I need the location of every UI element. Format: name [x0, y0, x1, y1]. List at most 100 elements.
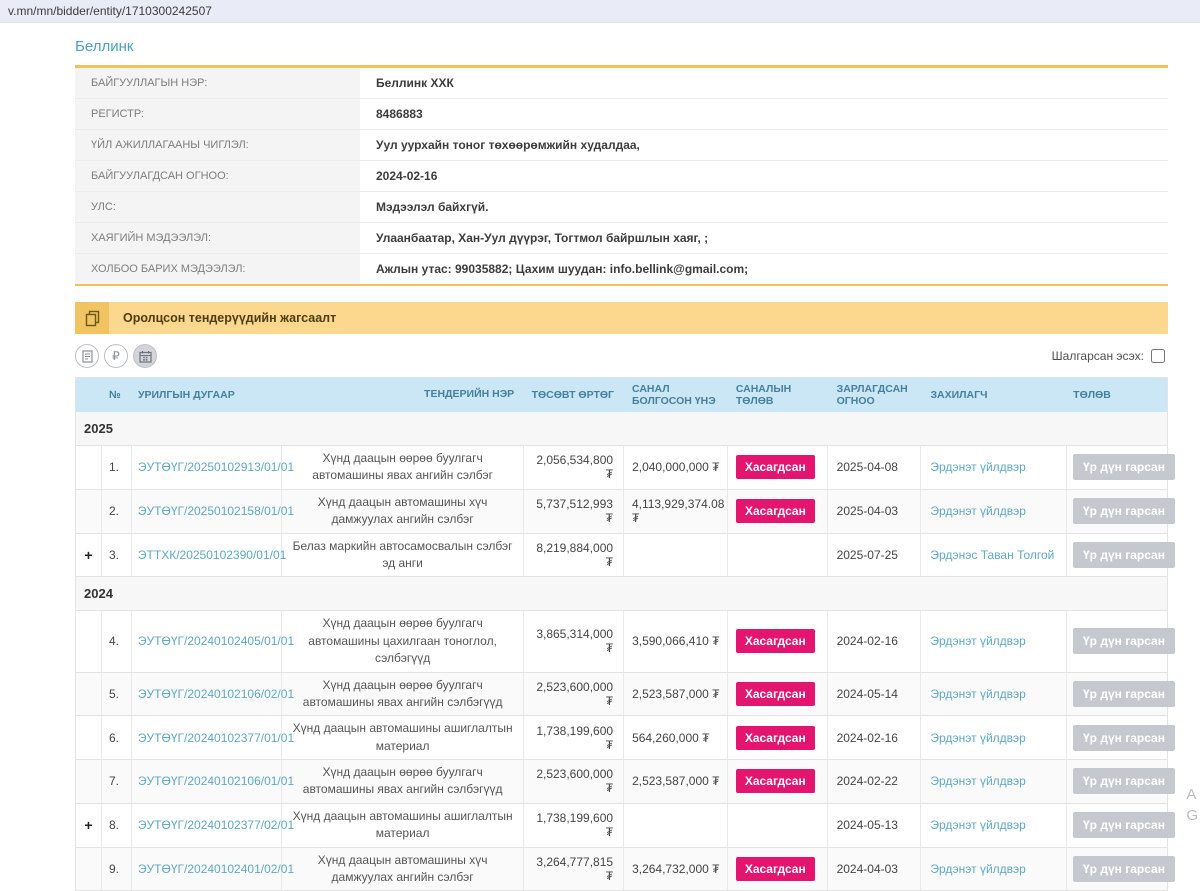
row-number: 9. [102, 848, 132, 891]
offer-value: 3,264,732,000 ₮ [624, 848, 728, 891]
offer-value: 2,523,587,000 ₮ [624, 673, 728, 716]
row-expander[interactable] [76, 446, 102, 489]
header-tender-name: ТЕНДЕРИЙН НЭР [282, 378, 525, 412]
checked-filter-label: Шалгарсан эсэх: [1052, 349, 1144, 363]
year-group-row: 2025 [76, 412, 1167, 446]
address-bar-url: v.mn/mn/bidder/entity/1710300242507 [8, 4, 212, 18]
info-value: Улаанбаатар, Хан-Уул дүүрэг, Тогтмол бай… [360, 223, 1168, 253]
result-button[interactable]: Үр дүн гарсан [1073, 628, 1175, 654]
result-button[interactable]: Үр дүн гарсан [1073, 681, 1175, 707]
status-badge: Хасагдсан [736, 499, 815, 523]
info-row: БАЙГУУЛАГДСАН ОГНОО:2024-02-16 [75, 161, 1168, 192]
header-status: ТӨЛӨВ [1067, 378, 1167, 412]
page-title: Беллинк [75, 38, 1168, 55]
result-button[interactable]: Үр дүн гарсан [1073, 812, 1175, 838]
offer-status-cell: Хасагдсан [728, 611, 828, 671]
invitation-number-link[interactable]: ЭУТӨҮГ/20250102913/01/01 [138, 460, 294, 474]
pages-icon [75, 302, 109, 334]
invitation-number-link[interactable]: ЭУТӨҮГ/20240102106/02/01 [138, 687, 294, 701]
info-value: Уул уурхайн тоног төхөөрөмжийн худалдаа, [360, 130, 1168, 160]
checked-filter-checkbox[interactable] [1151, 349, 1165, 363]
row-expander[interactable] [76, 760, 102, 803]
result-button[interactable]: Үр дүн гарсан [1073, 768, 1175, 794]
customer-link[interactable]: Эрдэнэт үйлдвэр [930, 460, 1025, 474]
budget-value: 5,737,512,993 ₮ [524, 490, 624, 533]
announced-date: 2025-04-03 [828, 490, 922, 533]
status-badge: Хасагдсан [736, 629, 815, 653]
header-budget: ТӨСӨВТ ӨРТӨГ [524, 378, 624, 412]
section-banner: Оролцсон тендерүүдийн жагсаалт [75, 302, 1168, 334]
status-badge: Хасагдсан [736, 682, 815, 706]
plus-icon: + [84, 817, 92, 833]
info-label: ХАЯГИЙН МЭДЭЭЛЭЛ: [75, 223, 360, 253]
tender-name-text: Белаз маркийн автосамосвалын сэлбэг эд а… [292, 538, 513, 573]
row-expander[interactable] [76, 673, 102, 716]
row-expander[interactable] [76, 848, 102, 891]
budget-value: 3,264,777,815 ₮ [524, 848, 624, 891]
header-customer: ЗАХИЛАГЧ [921, 378, 1067, 412]
status-badge: Хасагдсан [736, 857, 815, 881]
invitation-number-link[interactable]: ЭУТӨҮГ/20250102158/01/01 [138, 504, 294, 518]
checked-filter: Шалгарсан эсэх: [1052, 346, 1168, 366]
invitation-number-link[interactable]: ЭТТХК/20250102390/01/01 [138, 548, 286, 562]
address-bar[interactable]: v.mn/mn/bidder/entity/1710300242507 [0, 0, 1200, 23]
row-number: 3. [102, 534, 132, 577]
budget-value: 8,219,884,000 ₮ [524, 534, 624, 577]
customer-link[interactable]: Эрдэнэт үйлдвэр [930, 818, 1025, 832]
row-expander[interactable] [76, 490, 102, 533]
customer-link[interactable]: Эрдэнэт үйлдвэр [930, 862, 1025, 876]
cropped-edge-line: G [1186, 805, 1198, 826]
result-button[interactable]: Үр дүн гарсан [1073, 498, 1175, 524]
result-button[interactable]: Үр дүн гарсан [1073, 725, 1175, 751]
tender-name: Хүнд даацын өөрөө буулгагч автомашины яв… [282, 760, 524, 803]
invitation-number-link[interactable]: ЭУТӨҮГ/20240102106/01/01 [138, 774, 294, 788]
invitation-number-link[interactable]: ЭУТӨҮГ/20240102377/02/01 [138, 818, 294, 832]
row-expander[interactable] [76, 611, 102, 671]
row-expander[interactable] [76, 716, 102, 759]
customer-link[interactable]: Эрдэнэт үйлдвэр [930, 687, 1025, 701]
info-value: Ажлын утас: 99035882; Цахим шуудан: info… [360, 254, 1168, 284]
customer-link[interactable]: Эрдэнэс Таван Толгой [930, 548, 1054, 562]
cropped-edge-text: A G [1186, 784, 1198, 826]
announced-date: 2025-07-25 [828, 534, 922, 577]
row-number: 6. [102, 716, 132, 759]
invitation-number-link[interactable]: ЭУТӨҮГ/20240102401/02/01 [138, 862, 294, 876]
info-label: ҮЙЛ АЖИЛЛАГААНЫ ЧИГЛЭЛ: [75, 130, 360, 160]
status-badge: Хасагдсан [736, 769, 815, 793]
result-button[interactable]: Үр дүн гарсан [1073, 454, 1175, 480]
status-badge: Хасагдсан [736, 455, 815, 479]
table-row: 2. ЭУТӨҮГ/20250102158/01/01 Хүнд даацын … [76, 490, 1167, 534]
tender-table: № УРИЛГЫН ДУГААР ТЕНДЕРИЙН НЭР ТӨСӨВТ ӨР… [75, 377, 1168, 891]
tender-name: Хүнд даацын өөрөө буулгагч автомашины ца… [282, 611, 524, 671]
table-row: 5. ЭУТӨҮГ/20240102106/02/01 Хүнд даацын … [76, 673, 1167, 717]
invitation-number-link[interactable]: ЭУТӨҮГ/20240102377/01/01 [138, 731, 294, 745]
tender-name-text: Хүнд даацын өөрөө буулгагч автомашины яв… [292, 450, 513, 485]
customer-link[interactable]: Эрдэнэт үйлдвэр [930, 774, 1025, 788]
offer-status-cell: Хасагдсан [728, 848, 828, 891]
header-number: № [102, 378, 132, 412]
header-expander [76, 378, 102, 412]
section-title: Оролцсон тендерүүдийн жагсаалт [123, 311, 336, 325]
invitation-number-link[interactable]: ЭУТӨҮГ/20240102405/01/01 [138, 634, 294, 648]
result-button[interactable]: Үр дүн гарсан [1073, 856, 1175, 882]
tender-name-text: Хүнд даацын өөрөө буулгагч автомашины яв… [292, 677, 513, 712]
customer-link[interactable]: Эрдэнэт үйлдвэр [930, 634, 1025, 648]
invoice-icon[interactable] [75, 344, 99, 368]
customer-link[interactable]: Эрдэнэт үйлдвэр [930, 504, 1025, 518]
table-row: 4. ЭУТӨҮГ/20240102405/01/01 Хүнд даацын … [76, 611, 1167, 672]
offer-value: 2,040,000,000 ₮ [624, 446, 728, 489]
announced-date: 2024-04-03 [828, 848, 922, 891]
table-row: + 8. ЭУТӨҮГ/20240102377/02/01 Хүнд даацы… [76, 804, 1167, 848]
row-number: 2. [102, 490, 132, 533]
calendar-icon[interactable] [133, 344, 157, 368]
info-row: БАЙГУУЛЛАГЫН НЭР:Беллинк ХХК [75, 68, 1168, 99]
offer-value: 2,523,587,000 ₮ [624, 760, 728, 803]
header-invitation: УРИЛГЫН ДУГААР [132, 378, 282, 412]
row-expander[interactable]: + [76, 534, 102, 577]
result-button[interactable]: Үр дүн гарсан [1073, 542, 1175, 568]
row-expander[interactable]: + [76, 804, 102, 847]
customer-link[interactable]: Эрдэнэт үйлдвэр [930, 731, 1025, 745]
offer-status-cell: Хасагдсан [728, 716, 828, 759]
price-icon[interactable]: ₽ [104, 344, 128, 368]
info-row: ХАЯГИЙН МЭДЭЭЛЭЛ:Улаанбаатар, Хан-Уул дү… [75, 223, 1168, 254]
